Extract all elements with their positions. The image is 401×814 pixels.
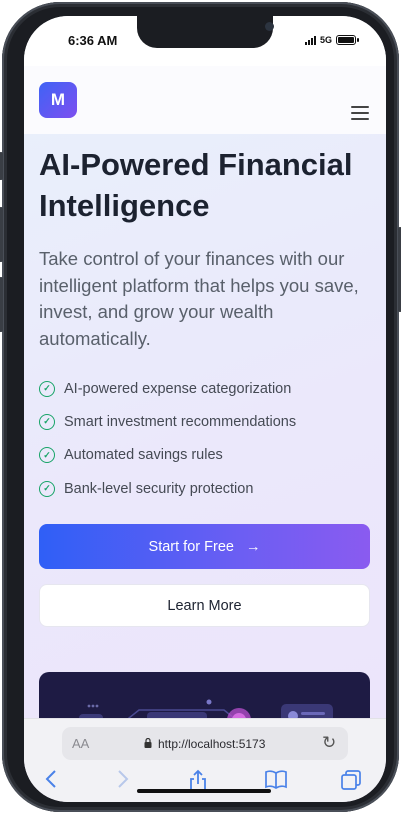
lock-icon (144, 738, 152, 748)
battery-icon (336, 35, 359, 45)
volume-up-button (0, 207, 3, 262)
phone-frame: 6:36 AM 5G M AI-Powered Financial Intell… (0, 2, 401, 812)
feature-item: ✓ AI-powered expense categorization (39, 372, 369, 405)
front-camera (265, 22, 274, 31)
status-bar: 6:36 AM 5G (24, 16, 386, 66)
hero-title: AI-Powered Financial Intelligence (39, 147, 353, 223)
browser-toolbar: AA http://localhost:5173 ↻ (24, 718, 386, 802)
check-circle-icon: ✓ (39, 480, 55, 497)
reload-icon[interactable]: ↻ (322, 733, 336, 753)
address-bar[interactable]: AA http://localhost:5173 ↻ (62, 727, 348, 760)
share-icon[interactable] (188, 769, 208, 798)
network-label: 5G (319, 35, 332, 45)
forward-icon[interactable] (116, 769, 130, 794)
check-circle-icon: ✓ (39, 380, 55, 397)
feature-item: ✓ Bank-level security protection (39, 472, 369, 505)
status-indicators: 5G (304, 35, 359, 45)
tabs-icon[interactable] (340, 769, 362, 796)
text-size-button[interactable]: AA (72, 736, 89, 751)
notch (137, 16, 274, 48)
start-for-free-label: Start for Free (148, 538, 234, 555)
home-indicator (137, 789, 271, 793)
learn-more-button[interactable]: Learn More (39, 584, 370, 627)
volume-down-button (0, 277, 3, 332)
feature-item: ✓ Automated savings rules (39, 439, 369, 472)
status-time: 6:36 AM (68, 33, 118, 48)
app-logo[interactable]: M (39, 82, 77, 118)
feature-text: Automated savings rules (64, 447, 223, 464)
feature-text: AI-powered expense categorization (64, 380, 292, 397)
feature-text: Bank-level security protection (64, 480, 254, 497)
feature-item: ✓ Smart investment recommendations (39, 405, 369, 438)
signal-icon (304, 35, 316, 45)
feature-text: Smart investment recommendations (64, 413, 297, 430)
start-for-free-button[interactable]: Start for Free → (39, 524, 370, 569)
back-icon[interactable] (44, 769, 58, 794)
hamburger-menu-icon[interactable] (351, 106, 369, 120)
screen: 6:36 AM 5G M AI-Powered Financial Intell… (24, 16, 386, 802)
url-text: http://localhost:5173 (158, 737, 266, 751)
check-circle-icon: ✓ (39, 413, 55, 430)
feature-list: ✓ AI-powered expense categorization ✓ Sm… (39, 372, 369, 505)
mute-switch (0, 152, 3, 180)
hero-subtitle: Take control of your finances with our i… (39, 248, 359, 349)
check-circle-icon: ✓ (39, 447, 55, 464)
arrow-right-icon: → (245, 538, 261, 555)
app-header: M (24, 66, 386, 134)
